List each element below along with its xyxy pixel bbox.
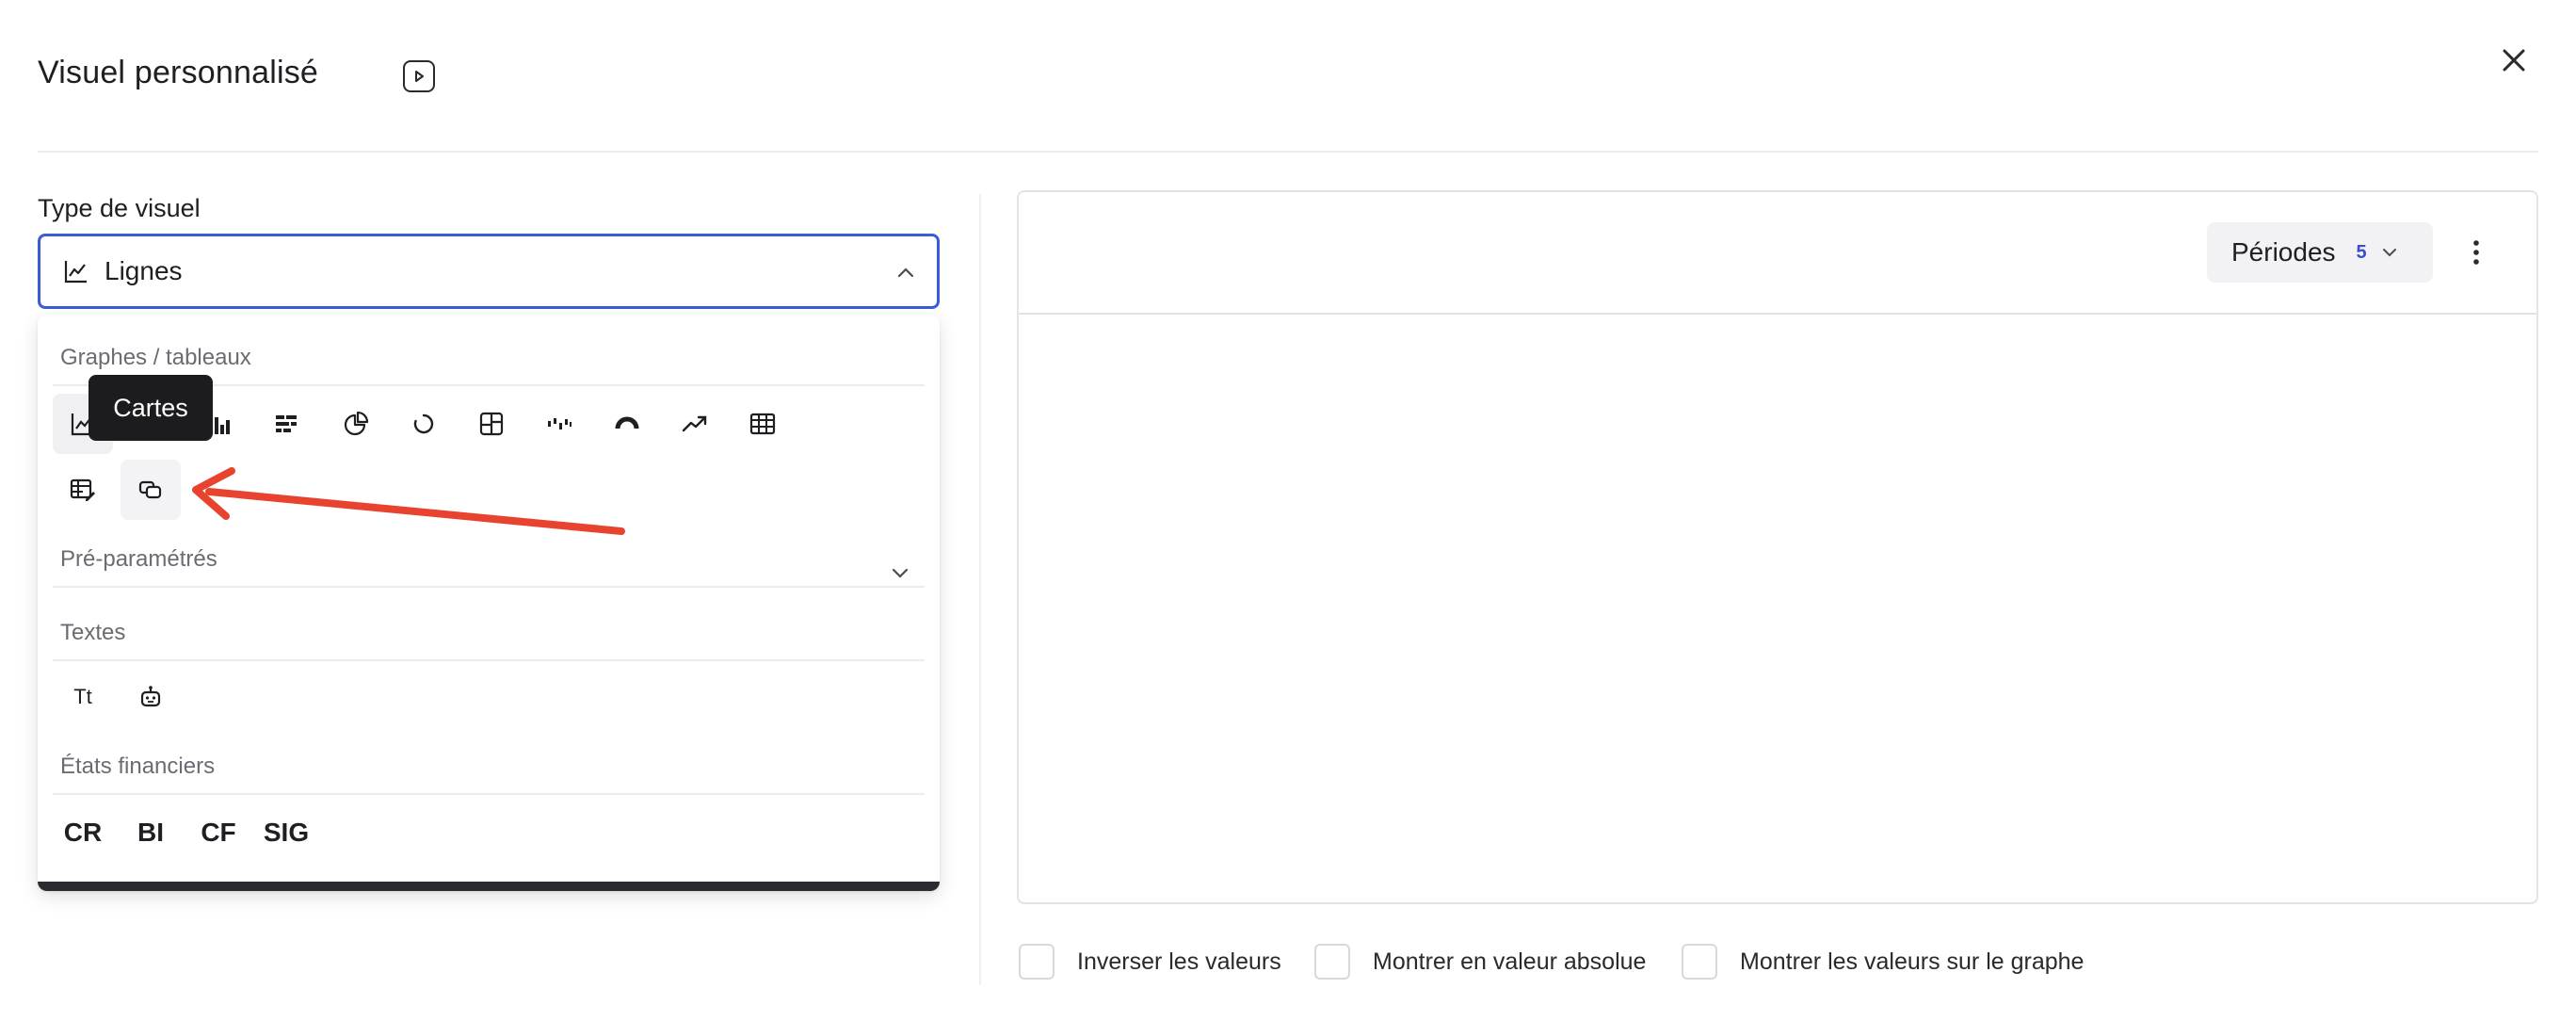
invert-values-label: Inverser les valeurs xyxy=(1077,948,1281,975)
header-divider xyxy=(38,151,2538,153)
visual-option-stacked-bars[interactable] xyxy=(256,394,316,454)
visual-preview: Périodes 5 xyxy=(1017,190,2538,904)
panel-divider xyxy=(979,194,981,985)
custom-visual-dialog: Visuel personnalisé Type de visuel Ligne… xyxy=(0,0,2576,1021)
periods-label: Périodes xyxy=(2231,237,2336,267)
visual-option-gauge[interactable] xyxy=(597,394,657,454)
donut-icon xyxy=(413,413,434,434)
visual-option-table[interactable] xyxy=(733,394,793,454)
visual-option-text[interactable]: Tt xyxy=(53,667,113,727)
dropdown-bottom-bar xyxy=(38,882,940,891)
financial-option-cr[interactable]: CR xyxy=(53,802,113,863)
section-presets-title: Pré-paramétrés xyxy=(60,546,217,572)
invert-values-option[interactable]: Inverser les valeurs xyxy=(1019,944,1281,980)
more-options-button[interactable] xyxy=(2459,235,2493,269)
line-chart-icon xyxy=(63,257,91,285)
financial-option-sig[interactable]: SIG xyxy=(256,802,316,863)
close-icon xyxy=(2503,49,2525,72)
visual-option-donut[interactable] xyxy=(394,394,454,454)
show-values-option[interactable]: Montrer les valeurs sur le graphe xyxy=(1682,944,2084,980)
show-values-label: Montrer les valeurs sur le graphe xyxy=(1740,948,2085,975)
invert-values-checkbox[interactable] xyxy=(1019,944,1055,980)
visual-option-table-edit[interactable] xyxy=(53,460,113,520)
periods-button[interactable]: Périodes 5 xyxy=(2207,222,2433,283)
chevron-down-icon[interactable] xyxy=(889,561,911,584)
visual-option-treemap[interactable] xyxy=(461,394,522,454)
financial-option-bi[interactable]: BI xyxy=(121,802,181,863)
close-button[interactable] xyxy=(2497,43,2531,77)
cards-icon xyxy=(138,480,162,499)
section-texts-title: Textes xyxy=(60,620,126,645)
play-video-button[interactable] xyxy=(403,60,435,92)
absolute-value-checkbox[interactable] xyxy=(1314,944,1350,980)
absolute-value-option[interactable]: Montrer en valeur absolue xyxy=(1314,944,1646,980)
stacked-bar-icon xyxy=(276,415,297,432)
kebab-menu-icon xyxy=(2473,240,2479,265)
gauge-icon xyxy=(615,416,639,429)
dialog-title: Visuel personnalisé xyxy=(38,55,319,90)
treemap-icon xyxy=(479,412,504,436)
visual-type-label: Type de visuel xyxy=(38,194,201,222)
section-financial-title: États financiers xyxy=(60,754,216,779)
table-edit-icon xyxy=(70,478,95,501)
visual-option-pie[interactable] xyxy=(326,394,386,454)
tooltip: Cartes xyxy=(89,375,213,441)
section-divider xyxy=(53,659,925,661)
chevron-down-icon xyxy=(2382,249,2396,257)
pie-chart-icon xyxy=(344,411,369,436)
visual-option-cards[interactable] xyxy=(121,460,181,520)
section-divider xyxy=(53,586,925,588)
waterfall-icon xyxy=(548,418,572,429)
preview-toolbar-divider xyxy=(1019,313,2536,315)
visual-type-select[interactable]: Lignes xyxy=(38,234,940,309)
visual-option-waterfall[interactable] xyxy=(529,394,589,454)
financial-option-cf[interactable]: CF xyxy=(188,802,249,863)
selected-visual-type: Lignes xyxy=(105,256,183,285)
section-divider xyxy=(53,793,925,795)
section-graphs-title: Graphes / tableaux xyxy=(60,345,251,370)
visual-option-trend[interactable] xyxy=(665,394,725,454)
table-icon xyxy=(749,413,776,435)
show-values-checkbox[interactable] xyxy=(1682,944,1717,980)
periods-count-badge: 5 xyxy=(2356,241,2367,263)
play-icon xyxy=(415,71,424,82)
trend-icon xyxy=(682,415,707,432)
absolute-value-label: Montrer en valeur absolue xyxy=(1373,948,1647,975)
chevron-up-icon xyxy=(897,267,914,278)
robot-icon xyxy=(140,686,161,707)
visual-option-ai-text[interactable] xyxy=(121,667,181,727)
